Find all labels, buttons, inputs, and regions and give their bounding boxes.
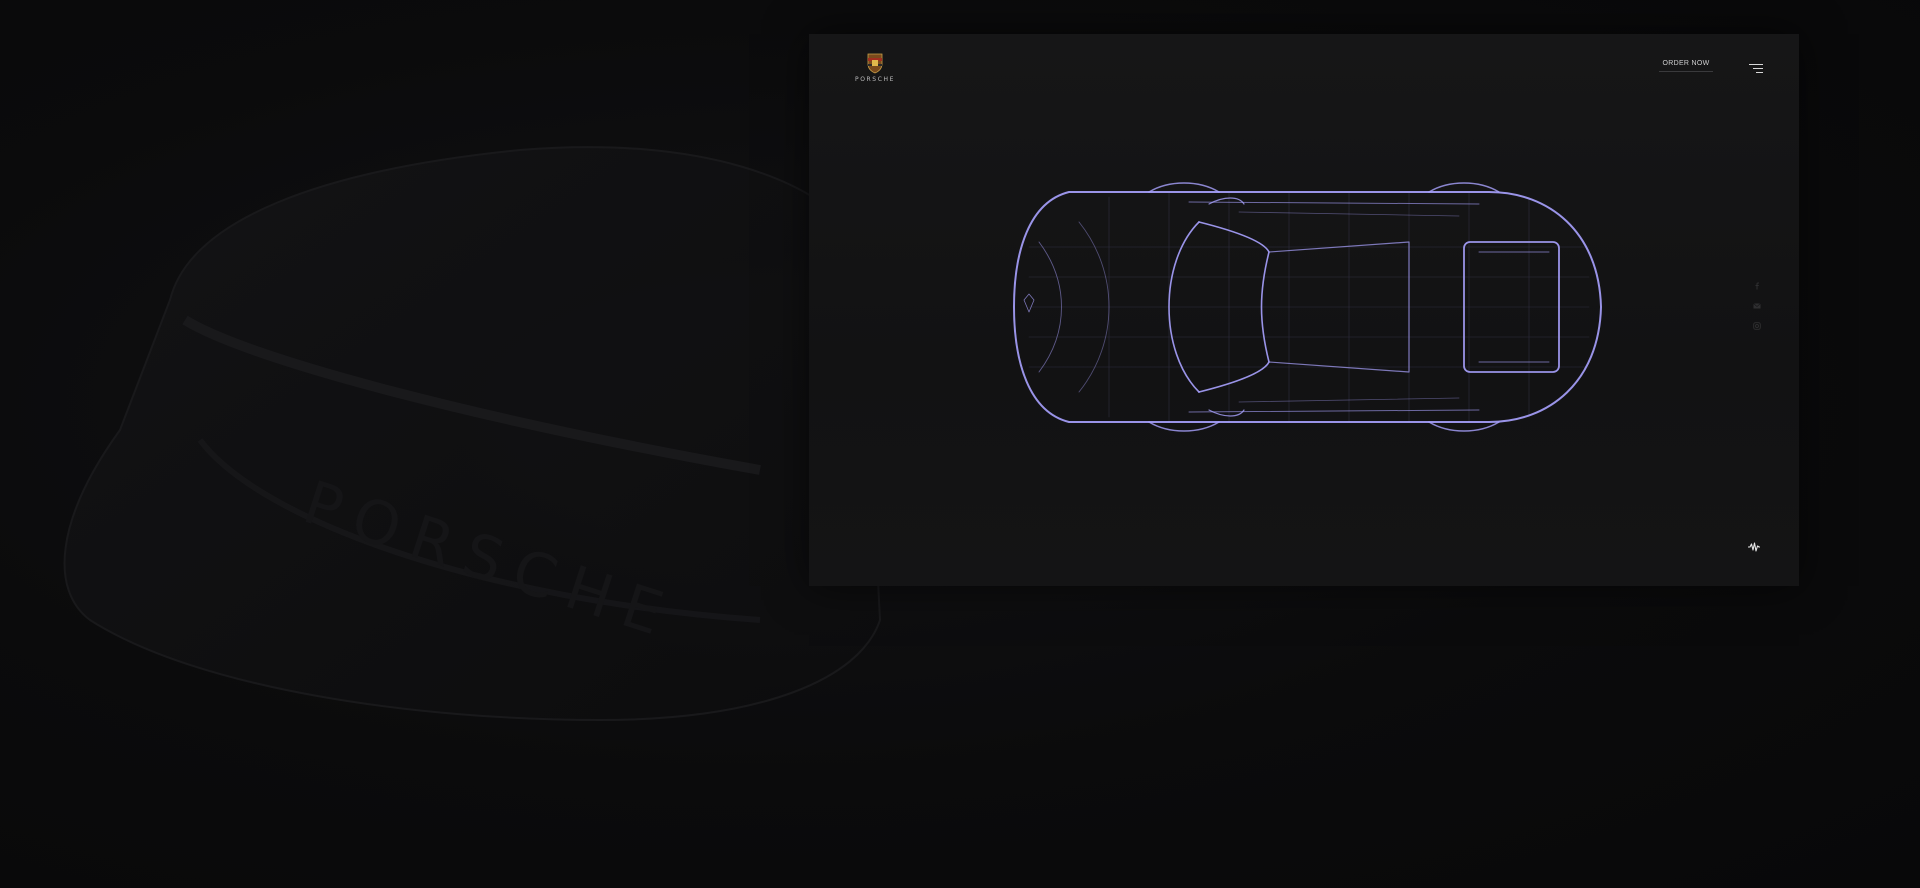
car-wireframe-topview: [1013, 182, 1602, 432]
brand-logo[interactable]: PORSCHE: [845, 52, 905, 92]
svg-text:PORSCHE: PORSCHE: [295, 468, 684, 654]
order-now-button[interactable]: ORDER NOW: [1659, 60, 1713, 72]
mail-icon[interactable]: [1753, 302, 1761, 310]
app-stage: PORSCHE PORSCHE ORDER NOW: [0, 0, 1920, 888]
hamburger-menu-icon[interactable]: [1749, 64, 1763, 74]
facebook-icon[interactable]: [1753, 282, 1761, 290]
sound-wave-icon[interactable]: [1747, 542, 1761, 552]
hero-panel: PORSCHE ORDER NOW: [809, 34, 1799, 586]
social-links: [1753, 282, 1761, 330]
instagram-icon[interactable]: [1753, 322, 1761, 330]
porsche-crest-icon: [867, 53, 883, 74]
brand-wordmark: PORSCHE: [854, 76, 895, 83]
